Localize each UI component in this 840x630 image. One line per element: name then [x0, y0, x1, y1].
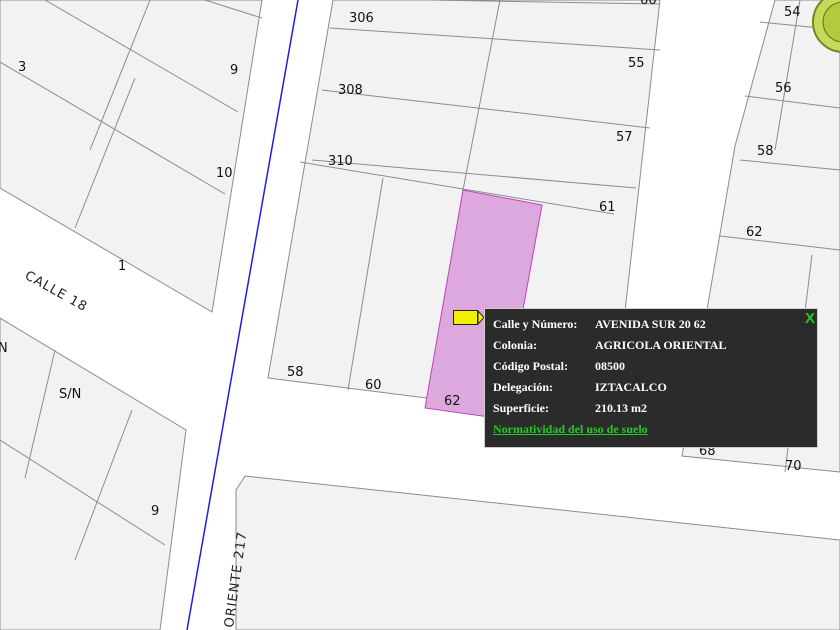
lot-number: S/N — [59, 387, 81, 402]
popup-value: 210.13 m2 — [595, 401, 647, 415]
popup-label: Código Postal: — [493, 359, 568, 373]
lot-number: 70 — [785, 459, 802, 474]
popup-row-postal-code: Código Postal: 08500 — [493, 357, 811, 375]
lot-number: N — [0, 341, 8, 356]
city-block-west-lower — [0, 317, 187, 630]
city-block-south — [235, 475, 840, 630]
lot-number: 9 — [230, 63, 238, 78]
lot-number: 58 — [757, 144, 774, 159]
popup-value: AGRICOLA ORIENTAL — [595, 338, 727, 352]
street-label-calle-18: CALLE 18 — [22, 268, 90, 315]
popup-row-delegacion: Delegación: IZTACALCO — [493, 378, 811, 396]
lot-number: 62 — [444, 394, 461, 409]
popup-label: Colonia: — [493, 338, 538, 352]
lot-number: 10 — [216, 166, 233, 181]
lot-number: 62 — [746, 225, 763, 240]
lot-number: 308 — [338, 83, 363, 98]
yellow-arrow-marker-icon[interactable] — [453, 310, 485, 325]
popup-value: IZTACALCO — [595, 380, 667, 394]
parcel-info-popup: Calle y Número: AVENIDA SUR 20 62 Coloni… — [484, 308, 818, 448]
lot-number: 55 — [628, 56, 645, 71]
lot-number: 3 — [18, 60, 26, 75]
lot-number: 56 — [775, 81, 792, 96]
lot-number: 54 — [784, 5, 801, 20]
land-use-regulation-link[interactable]: Normatividad del uso de suelo — [493, 422, 648, 437]
lot-number: 60 — [365, 378, 382, 393]
popup-value: 08500 — [595, 359, 625, 373]
popup-row-superficie: Superficie: 210.13 m2 — [493, 399, 811, 417]
close-popup-button[interactable]: X — [805, 310, 815, 327]
lot-number: 1 — [118, 259, 126, 274]
lot-number: 61 — [599, 200, 616, 215]
lot-number: 58 — [287, 365, 304, 380]
lot-number: 306 — [349, 11, 374, 26]
popup-value: AVENIDA SUR 20 62 — [595, 317, 706, 331]
lot-number: 66 — [640, 0, 657, 8]
popup-label: Calle y Número: — [493, 317, 578, 331]
popup-row-address: Calle y Número: AVENIDA SUR 20 62 — [493, 315, 811, 333]
lot-number: 310 — [328, 154, 353, 169]
lot-number: 9 — [151, 504, 159, 519]
popup-label: Delegación: — [493, 380, 553, 394]
lot-number: 57 — [616, 130, 633, 145]
popup-label: Superficie: — [493, 401, 549, 415]
popup-row-colonia: Colonia: AGRICOLA ORIENTAL — [493, 336, 811, 354]
